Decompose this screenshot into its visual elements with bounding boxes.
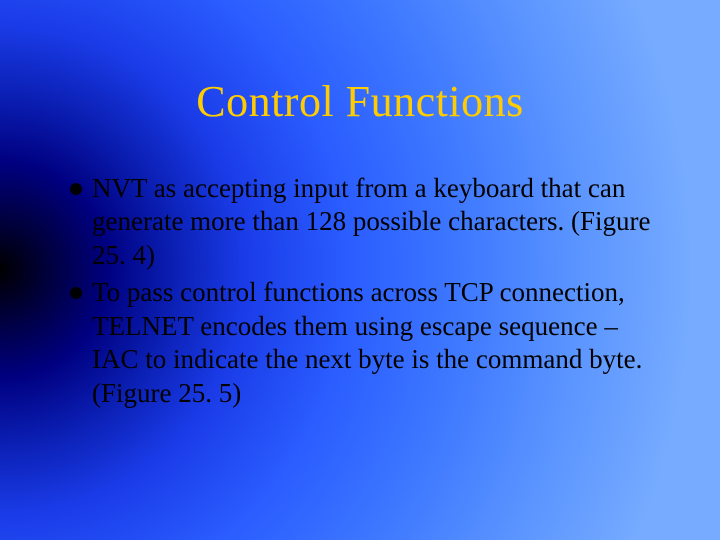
- bullet-icon: [70, 183, 82, 195]
- bullet-text: To pass control functions across TCP con…: [92, 276, 660, 410]
- list-item: To pass control functions across TCP con…: [70, 276, 660, 410]
- slide: Control Functions NVT as accepting input…: [0, 0, 720, 540]
- slide-content: NVT as accepting input from a keyboard t…: [70, 172, 660, 414]
- slide-title: Control Functions: [0, 76, 720, 127]
- list-item: NVT as accepting input from a keyboard t…: [70, 172, 660, 272]
- bullet-icon: [70, 287, 82, 299]
- bullet-text: NVT as accepting input from a keyboard t…: [92, 172, 660, 272]
